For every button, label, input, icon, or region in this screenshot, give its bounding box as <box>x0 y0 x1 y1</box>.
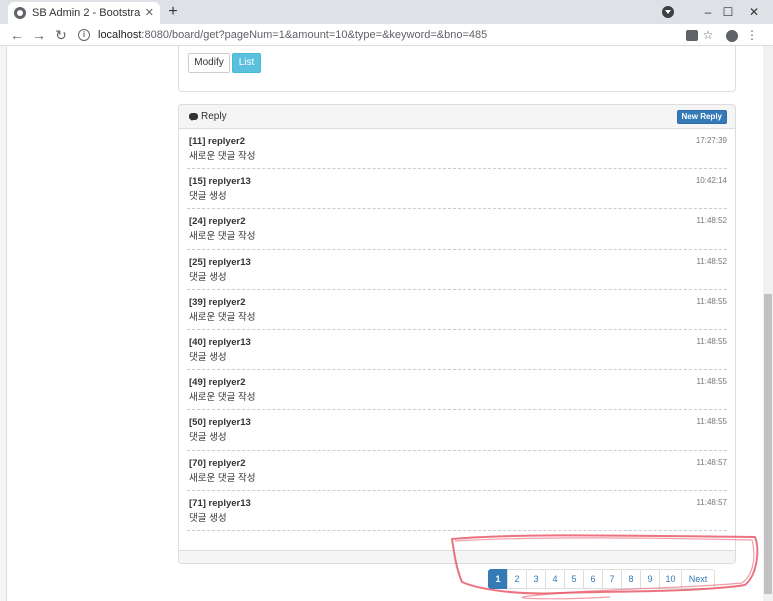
page-link-2[interactable]: 2 <box>507 569 527 589</box>
reply-time: 11:48:57 <box>696 457 727 467</box>
browser-menu-icon[interactable]: ⋮ <box>742 24 762 46</box>
reply-text: 댓글 생성 <box>189 512 227 524</box>
globe-icon <box>14 7 26 19</box>
reply-text: 새로운 댓글 작성 <box>189 392 256 404</box>
reply-item[interactable]: [50] replyer13 댓글 생성 11:48:55 <box>187 410 727 451</box>
reply-author: [24] replyer2 <box>189 216 246 228</box>
reply-author: [70] replyer2 <box>189 457 246 469</box>
reply-item[interactable]: [70] replyer2 새로운 댓글 작성 11:48:57 <box>187 451 727 491</box>
reply-item[interactable]: [71] replyer13 댓글 생성 11:48:57 <box>187 491 727 531</box>
page-content: Modify List Reply New Reply [11] replyer… <box>8 46 763 601</box>
forward-button[interactable]: → <box>28 25 50 45</box>
browser-toolbar: ← → ↻ i localhost:8080/board/get?pageNum… <box>0 24 773 46</box>
browser-tab[interactable]: SB Admin 2 - Bootstrap Admin ✕ <box>8 2 160 24</box>
browser-tab-strip: SB Admin 2 - Bootstrap Admin ✕ + – ☐ ✕ <box>0 0 773 24</box>
back-button[interactable]: ← <box>6 25 28 45</box>
sidebar-edge <box>0 46 7 601</box>
reload-button[interactable]: ↻ <box>50 25 72 45</box>
reply-item[interactable]: [15] replyer13 댓글 생성 10:42:14 <box>187 169 727 210</box>
page-link-4[interactable]: 4 <box>545 569 565 589</box>
page-link-9[interactable]: 9 <box>640 569 660 589</box>
reply-text: 댓글 생성 <box>189 271 227 283</box>
reply-author: [39] replyer2 <box>189 296 246 308</box>
reply-panel-footer <box>179 550 735 563</box>
url-host: localhost <box>98 28 142 41</box>
new-tab-button[interactable]: + <box>164 3 182 21</box>
reply-author: [50] replyer13 <box>189 417 251 429</box>
reply-text: 새로운 댓글 작성 <box>189 151 256 162</box>
reply-author: [25] replyer13 <box>189 256 251 268</box>
account-icon[interactable] <box>722 24 742 46</box>
new-reply-button[interactable]: New Reply <box>676 110 727 124</box>
reply-time: 11:48:55 <box>696 417 727 427</box>
reply-text: 새로운 댓글 작성 <box>189 311 256 323</box>
reply-text: 댓글 생성 <box>189 351 227 363</box>
reply-panel: Reply New Reply [11] replyer2 새로운 댓글 작성 … <box>178 104 736 564</box>
reply-text: 새로운 댓글 작성 <box>189 231 256 243</box>
reply-time: 11:48:52 <box>696 256 727 266</box>
post-panel: Modify List <box>178 46 736 92</box>
reply-time: 11:48:55 <box>696 296 727 306</box>
page-link-7[interactable]: 7 <box>602 569 622 589</box>
page-link-6[interactable]: 6 <box>583 569 603 589</box>
reply-panel-title: Reply <box>201 111 227 122</box>
scrollbar-thumb[interactable] <box>764 294 772 594</box>
reply-time: 17:27:39 <box>695 136 727 145</box>
reply-author: [11] replyer2 <box>189 136 245 147</box>
bookmark-star-icon[interactable]: ☆ <box>698 24 718 46</box>
site-info-icon[interactable]: i <box>78 28 90 41</box>
page-link-8[interactable]: 8 <box>621 569 641 589</box>
url-path: :8080/board/get?pageNum=1&amount=10&type… <box>141 28 488 41</box>
reply-author: [71] replyer13 <box>189 497 251 509</box>
comments-icon <box>189 113 198 121</box>
reply-time: 11:48:55 <box>696 336 727 346</box>
page-link-10[interactable]: 10 <box>659 569 682 589</box>
next-page-link[interactable]: Next <box>681 569 715 589</box>
reply-panel-heading: Reply New Reply <box>179 105 735 129</box>
reply-item[interactable]: [39] replyer2 새로운 댓글 작성 11:48:55 <box>187 290 727 330</box>
reply-item[interactable]: [40] replyer13 댓글 생성 11:48:55 <box>187 330 727 371</box>
reply-text: 댓글 생성 <box>189 432 227 444</box>
tab-title: SB Admin 2 - Bootstrap Admin <box>32 7 141 19</box>
tab-search-icon[interactable] <box>662 6 674 18</box>
address-bar[interactable]: i localhost:8080/board/get?pageNum=1&amo… <box>78 26 718 44</box>
vertical-scrollbar[interactable] <box>763 46 773 601</box>
reply-item[interactable]: [24] replyer2 새로운 댓글 작성 11:48:52 <box>187 209 727 250</box>
reply-time: 11:48:52 <box>696 216 727 226</box>
reply-time: 11:48:57 <box>696 497 727 507</box>
page-link-5[interactable]: 5 <box>564 569 584 589</box>
reply-text: 댓글 생성 <box>189 191 227 203</box>
reply-text: 새로운 댓글 작성 <box>189 472 256 484</box>
reply-pagination: 1 2 3 4 5 6 7 8 9 10 Next <box>488 569 715 589</box>
reply-time: 11:48:55 <box>696 377 727 387</box>
page-link-1[interactable]: 1 <box>488 569 508 589</box>
reply-author: [15] replyer13 <box>189 176 251 188</box>
tab-close-icon[interactable]: ✕ <box>145 7 154 19</box>
page-link-3[interactable]: 3 <box>526 569 546 589</box>
close-window-button[interactable]: ✕ <box>738 0 770 24</box>
reply-item[interactable]: [11] replyer2 새로운 댓글 작성 17:27:39 <box>187 129 727 170</box>
modify-button[interactable]: Modify <box>188 53 230 73</box>
reply-author: [40] replyer13 <box>189 336 251 348</box>
reply-author: [49] replyer2 <box>189 377 246 389</box>
reply-time: 10:42:14 <box>695 176 727 186</box>
reply-item[interactable]: [49] replyer2 새로운 댓글 작성 11:48:55 <box>187 370 727 411</box>
list-button[interactable]: List <box>232 53 261 73</box>
reply-item[interactable]: [25] replyer13 댓글 생성 11:48:52 <box>187 250 727 290</box>
reply-list: [11] replyer2 새로운 댓글 작성 17:27:39 [15] re… <box>179 129 735 531</box>
url-text: localhost:8080/board/get?pageNum=1&amoun… <box>98 29 487 41</box>
